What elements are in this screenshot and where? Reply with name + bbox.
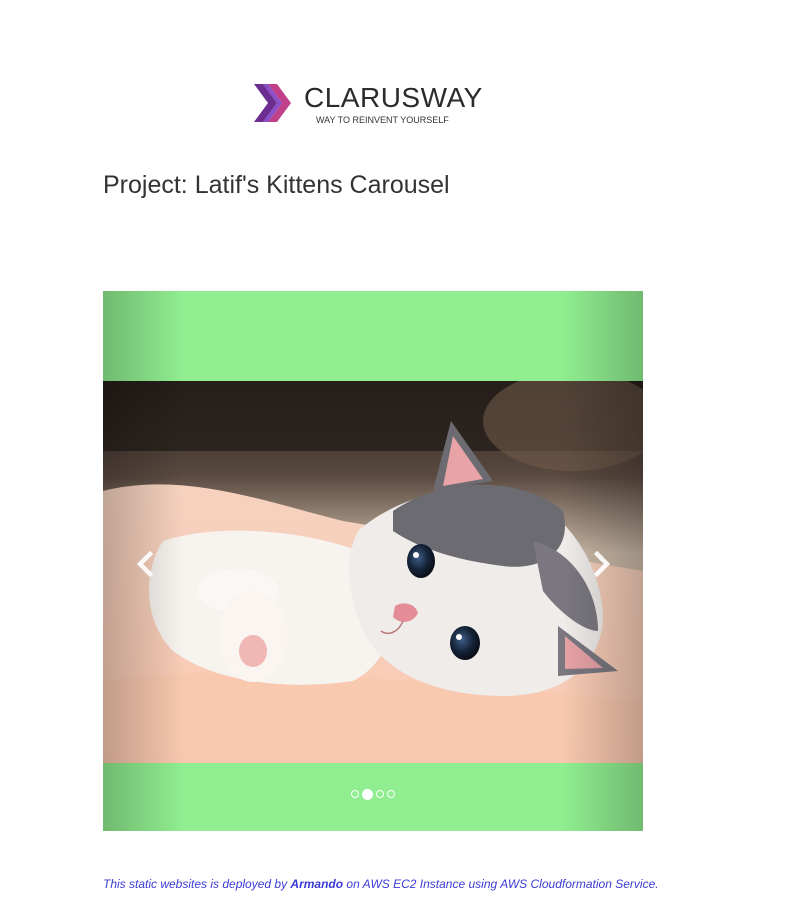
carousel-next-button[interactable] [562,291,643,831]
logo-wordmark: CLARUSWAY [304,82,483,113]
kitten-carousel [103,291,643,831]
page-title: Project: Latif's Kittens Carousel [103,171,450,199]
deployment-author: Armando [290,877,344,891]
deployment-note-prefix: This static websites is deployed by [103,877,291,891]
deployment-note-suffix: on AWS EC2 Instance using AWS Cloudforma… [343,877,659,891]
deployment-note: This static websites is deployed by Arma… [103,875,663,893]
carousel-indicator-4[interactable] [387,790,395,798]
carousel-indicator-3[interactable] [376,790,384,798]
carousel-prev-button[interactable] [103,291,184,831]
clarusway-chevron-logo-icon [254,84,291,122]
carousel-indicators [103,787,643,801]
clarusway-logo: CLARUSWAY WAY TO REINVENT YOURSELF [254,80,494,128]
chevron-left-icon [136,551,154,577]
logo-tagline: WAY TO REINVENT YOURSELF [316,115,449,125]
chevron-right-icon [593,551,611,577]
carousel-indicator-2[interactable] [362,788,373,800]
carousel-indicator-1[interactable] [351,790,359,798]
